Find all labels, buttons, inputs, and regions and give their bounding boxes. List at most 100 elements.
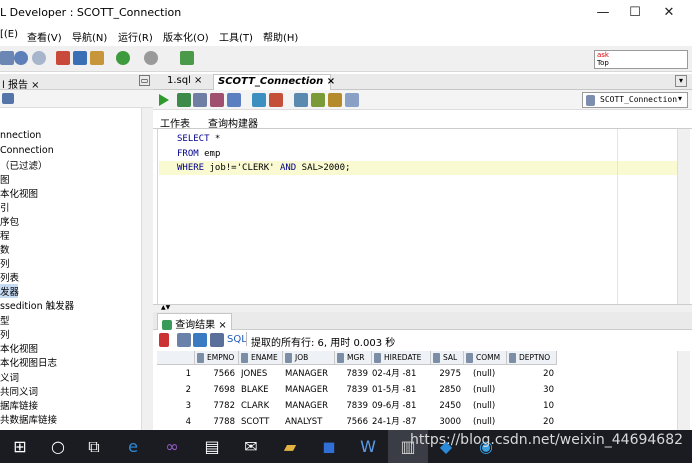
run-script-icon[interactable] <box>177 93 191 107</box>
column-header[interactable]: DEPTNO <box>507 351 557 365</box>
editor-scrollbar[interactable] <box>677 129 690 304</box>
tree-item[interactable]: 数 <box>0 242 10 256</box>
cell-mgr[interactable]: 7839 <box>335 398 368 414</box>
autotrace-icon[interactable] <box>269 93 283 107</box>
column-header[interactable]: HIREDATE <box>372 351 431 365</box>
cancel-icon[interactable] <box>227 93 241 107</box>
tab-list-icon[interactable]: ▾ <box>675 75 687 87</box>
tab-worksheet[interactable]: 工作表 <box>160 115 190 130</box>
tab-query-result[interactable]: 查询结果 × <box>157 313 232 331</box>
search-field[interactable]: ask Top <box>594 50 688 69</box>
column-header[interactable]: JOB <box>283 351 335 365</box>
tab-sql-file[interactable]: 1.sql × <box>163 74 206 90</box>
tree-scrollbar[interactable] <box>141 108 153 430</box>
history-icon[interactable] <box>311 93 325 107</box>
clear-icon[interactable] <box>294 93 308 107</box>
cell-mgr[interactable]: 7566 <box>335 414 368 430</box>
table-row[interactable]: 3 7782 CLARK MANAGER 7839 09-6月 -81 2450… <box>157 398 557 414</box>
visual-studio-icon[interactable]: ∞ <box>152 430 192 463</box>
cell-comm[interactable]: (null) <box>473 398 507 414</box>
tree-item[interactable]: 列 <box>0 327 10 341</box>
cell-comm[interactable]: (null) <box>473 382 507 398</box>
tab-connection[interactable]: SCOTT_Connection × <box>213 74 335 90</box>
explorer-icon[interactable]: ▰ <box>270 430 310 463</box>
pin-icon[interactable] <box>159 333 169 347</box>
cell-job[interactable]: MANAGER <box>285 366 333 382</box>
explain-plan-icon[interactable] <box>252 93 266 107</box>
cell-empno[interactable]: 7788 <box>195 414 235 430</box>
menu-view[interactable]: 查看(V) <box>27 29 62 44</box>
open-icon[interactable] <box>0 51 14 65</box>
rollback-icon[interactable] <box>210 93 224 107</box>
cell-empno[interactable]: 7698 <box>195 382 235 398</box>
sql-icon[interactable] <box>210 333 224 347</box>
column-header[interactable]: EMPNO <box>195 351 239 365</box>
connection-select[interactable]: SCOTT_Connection ▾ <box>582 92 688 108</box>
sql-editor[interactable]: SELECT * FROM emp WHERE job!='CLERK' AND… <box>157 129 677 304</box>
tree-item[interactable]: 据库链接 <box>0 398 38 412</box>
cell-deptno[interactable]: 10 <box>507 398 554 414</box>
results-scrollbar[interactable] <box>677 351 690 430</box>
cell-mgr[interactable]: 7839 <box>335 366 368 382</box>
tree-item[interactable]: 型 <box>0 313 10 327</box>
column-header[interactable]: ENAME <box>239 351 283 365</box>
cell-job[interactable]: MANAGER <box>285 398 333 414</box>
tab-query-builder[interactable]: 查询构建器 <box>208 115 258 130</box>
tree-item[interactable]: 本化视图 <box>0 186 38 200</box>
cell-ename[interactable]: JONES <box>241 366 283 382</box>
cell-ename[interactable]: SCOTT <box>241 414 283 430</box>
tree-item[interactable]: Connection <box>0 145 54 156</box>
undo-icon[interactable] <box>14 51 28 65</box>
cell-comm[interactable]: (null) <box>473 414 507 430</box>
menu-help[interactable]: 帮助(H) <box>263 29 298 44</box>
cell-sal[interactable]: 2450 <box>431 398 461 414</box>
cell-hiredate[interactable]: 24-1月 -87 <box>372 414 429 430</box>
tree-item[interactable]: （已过滤） <box>0 158 48 172</box>
search-icon[interactable]: ○ <box>38 430 78 463</box>
minimize-panel-button[interactable]: ▭ <box>139 75 150 86</box>
close-button[interactable]: ✕ <box>646 0 692 26</box>
refresh-icon[interactable] <box>2 93 14 104</box>
tree-item[interactable]: 共同义词 <box>0 384 38 398</box>
refresh-results-icon[interactable] <box>193 333 207 347</box>
start-icon[interactable]: ⊞ <box>0 430 40 463</box>
cell-job[interactable]: MANAGER <box>285 382 333 398</box>
table-row[interactable]: 1 7566 JONES MANAGER 7839 02-4月 -81 2975… <box>157 366 557 382</box>
table-row[interactable]: 4 7788 SCOTT ANALYST 7566 24-1月 -87 3000… <box>157 414 557 430</box>
column-header[interactable]: COMM <box>464 351 507 365</box>
cell-deptno[interactable]: 20 <box>507 366 554 382</box>
mail-icon[interactable]: ✉ <box>231 430 271 463</box>
cell-sal[interactable]: 2850 <box>431 382 461 398</box>
commit-icon[interactable] <box>193 93 207 107</box>
copy-icon[interactable] <box>73 51 87 65</box>
run-statement-icon[interactable] <box>159 94 169 106</box>
format-icon[interactable] <box>328 93 342 107</box>
cell-job[interactable]: ANALYST <box>285 414 333 430</box>
writer-icon[interactable]: W <box>348 430 388 463</box>
tree-item[interactable]: 列 <box>0 256 10 270</box>
cell-ename[interactable]: BLAKE <box>241 382 283 398</box>
menu-run[interactable]: 运行(R) <box>118 29 153 44</box>
tree-item[interactable]: nnection <box>0 130 41 141</box>
task-view-icon[interactable]: ⧉ <box>74 430 114 463</box>
table-row[interactable]: 2 7698 BLAKE MANAGER 7839 01-5月 -81 2850… <box>157 382 557 398</box>
tree-item[interactable]: 义词 <box>0 370 19 384</box>
chat-icon[interactable]: ◼ <box>309 430 349 463</box>
tree-item[interactable]: 图 <box>0 172 10 186</box>
tree-item-selected[interactable]: 发器 <box>0 284 19 298</box>
reports-tab[interactable]: l 报告 × <box>2 76 40 91</box>
tree-item[interactable]: 本化视图 <box>0 341 38 355</box>
cell-empno[interactable]: 7566 <box>195 366 235 382</box>
cell-deptno[interactable]: 20 <box>507 414 554 430</box>
cut-icon[interactable] <box>56 51 70 65</box>
connection-icon[interactable] <box>180 51 194 65</box>
panel-splitter[interactable]: ▲▼ <box>153 304 692 312</box>
column-header[interactable]: SAL <box>431 351 464 365</box>
tree-item[interactable]: 本化视图日志 <box>0 355 57 369</box>
forward-icon[interactable] <box>144 51 158 65</box>
find-icon[interactable] <box>345 93 359 107</box>
cell-hiredate[interactable]: 09-6月 -81 <box>372 398 429 414</box>
tree-item[interactable]: 引 <box>0 200 10 214</box>
column-header[interactable]: MGR <box>335 351 372 365</box>
paste-icon[interactable] <box>90 51 104 65</box>
